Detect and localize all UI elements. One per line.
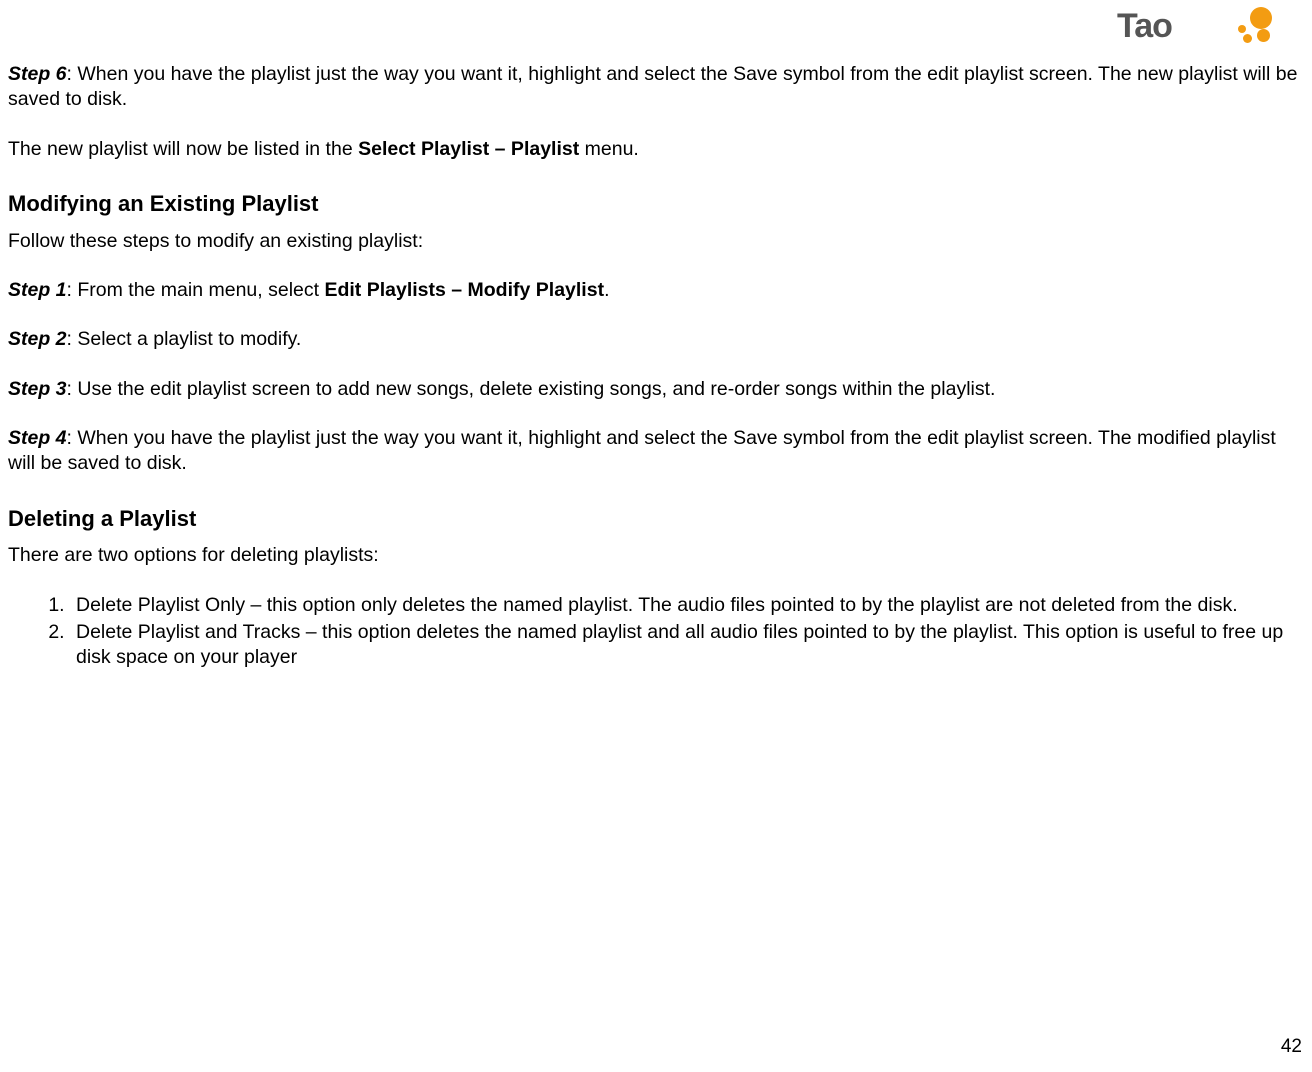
step-6-label: Step 6 bbox=[8, 63, 67, 85]
modify-step-2-label: Step 2 bbox=[8, 328, 67, 350]
delete-options-list: Delete Playlist Only – this option only … bbox=[52, 593, 1304, 671]
modify-step-2: Step 2: Select a playlist to modify. bbox=[8, 327, 1304, 352]
page-number: 42 bbox=[1281, 1036, 1302, 1058]
modify-intro: Follow these steps to modify an existing… bbox=[8, 229, 1304, 254]
list-item: Delete Playlist and Tracks – this option… bbox=[70, 620, 1304, 671]
modify-step-1: Step 1: From the main menu, select Edit … bbox=[8, 278, 1304, 303]
modify-step-1-suffix: . bbox=[604, 279, 609, 301]
new-playlist-bold: Select Playlist – Playlist bbox=[358, 138, 579, 160]
modify-step-1-label: Step 1 bbox=[8, 279, 67, 301]
new-playlist-paragraph: The new playlist will now be listed in t… bbox=[8, 137, 1304, 162]
list-item: Delete Playlist Only – this option only … bbox=[70, 593, 1304, 618]
modify-step-3: Step 3: Use the edit playlist screen to … bbox=[8, 377, 1304, 402]
step-6-text: : When you have the playlist just the wa… bbox=[8, 63, 1297, 110]
modify-step-1-prefix: : From the main menu, select bbox=[67, 279, 325, 301]
logo-text: Tao bbox=[1117, 7, 1172, 46]
modify-step-2-text: : Select a playlist to modify. bbox=[67, 328, 302, 350]
modify-step-1-bold: Edit Playlists – Modify Playlist bbox=[324, 279, 604, 301]
new-playlist-prefix: The new playlist will now be listed in t… bbox=[8, 138, 358, 160]
document-body: Step 6: When you have the playlist just … bbox=[8, 10, 1304, 671]
step-6-paragraph: Step 6: When you have the playlist just … bbox=[8, 62, 1304, 113]
modify-step-4-text: : When you have the playlist just the wa… bbox=[8, 427, 1276, 474]
modify-heading: Modifying an Existing Playlist bbox=[8, 190, 1304, 219]
tao-logo: Tao bbox=[1117, 5, 1272, 50]
modify-step-3-text: : Use the edit playlist screen to add ne… bbox=[67, 378, 996, 400]
delete-intro: There are two options for deleting playl… bbox=[8, 543, 1304, 568]
modify-step-3-label: Step 3 bbox=[8, 378, 67, 400]
modify-step-4: Step 4: When you have the playlist just … bbox=[8, 426, 1304, 477]
new-playlist-suffix: menu. bbox=[579, 138, 639, 160]
modify-step-4-label: Step 4 bbox=[8, 427, 67, 449]
delete-heading: Deleting a Playlist bbox=[8, 505, 1304, 534]
